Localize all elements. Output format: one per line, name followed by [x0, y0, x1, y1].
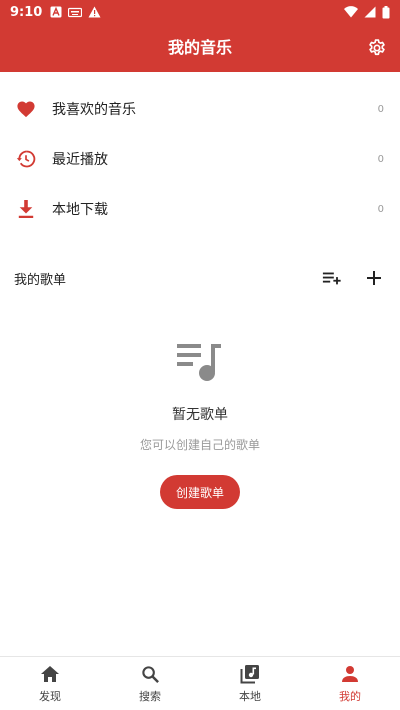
list-item-count: 0 [377, 203, 384, 215]
list-item-label: 我喜欢的音乐 [52, 102, 136, 118]
nav-local[interactable]: 本地 [200, 657, 300, 710]
nav-label: 搜索 [139, 690, 161, 703]
nav-label: 发现 [39, 690, 61, 703]
nav-mine[interactable]: 我的 [300, 657, 400, 710]
create-playlist-button[interactable]: 创建歌单 [160, 475, 240, 509]
list-item-count: 0 [377, 153, 384, 165]
keyboard-icon [68, 6, 83, 18]
list-item-count: 0 [377, 103, 384, 115]
list-item-favorites[interactable]: 我喜欢的音乐 0 [0, 84, 400, 134]
plus-icon [367, 271, 381, 285]
warning-icon [88, 6, 101, 18]
app-bar: 我的音乐 [0, 24, 400, 72]
nav-label: 本地 [239, 690, 261, 703]
heart-icon [16, 99, 36, 119]
empty-state-subtitle: 您可以创建自己的歌单 [139, 438, 260, 452]
history-icon [16, 149, 36, 169]
empty-state-title: 暂无歌单 [172, 407, 228, 423]
playlist-section-header: 我的歌单 [0, 262, 400, 294]
import-playlist-button[interactable] [320, 266, 344, 290]
list-item-label: 最近播放 [52, 152, 108, 168]
add-playlist-button[interactable] [362, 266, 386, 290]
status-time: 9:10 [10, 4, 43, 20]
person-icon [339, 663, 361, 685]
nav-search[interactable]: 搜索 [100, 657, 200, 710]
nav-label: 我的 [339, 690, 361, 703]
list-item-recent[interactable]: 最近播放 0 [0, 134, 400, 184]
library-music-icon [239, 663, 261, 685]
bottom-nav: 发现 搜索 本地 我的 [0, 656, 400, 710]
wifi-icon [344, 6, 358, 18]
list-item-downloads[interactable]: 本地下载 0 [0, 184, 400, 234]
settings-button[interactable] [364, 35, 390, 61]
section-title: 我的歌单 [14, 272, 67, 288]
a-app-icon [50, 6, 62, 18]
empty-state: 暂无歌单 您可以创建自己的歌单 [0, 340, 400, 453]
home-icon [39, 663, 61, 685]
battery-icon [382, 5, 390, 19]
list-item-label: 本地下载 [52, 202, 108, 218]
library-list: 我喜欢的音乐 0 最近播放 0 本地下载 0 [0, 84, 400, 234]
gear-icon [369, 39, 385, 56]
page-title: 我的音乐 [167, 38, 232, 57]
download-icon [16, 199, 36, 219]
playlist-add-icon [322, 272, 341, 285]
search-icon [139, 663, 161, 685]
nav-discover[interactable]: 发现 [0, 657, 100, 710]
status-bar: 9:10 [0, 0, 400, 24]
playlist-music-icon [175, 340, 225, 384]
signal-icon [364, 6, 376, 18]
